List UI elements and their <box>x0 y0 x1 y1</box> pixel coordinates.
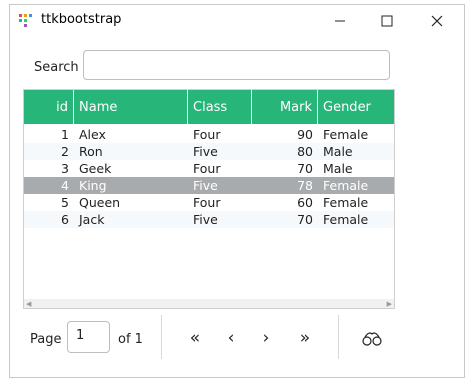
separator <box>161 315 162 359</box>
cell-name: Alex <box>79 127 106 142</box>
cell-name: Jack <box>79 212 105 227</box>
cell-class: Five <box>193 178 218 193</box>
table-row[interactable]: 2 Ron Five 80 Male <box>24 143 394 160</box>
page-number-input[interactable]: 1 <box>67 321 110 353</box>
page-label: Page <box>30 332 62 347</box>
cell-class: Four <box>193 127 221 142</box>
search-input[interactable] <box>83 50 390 80</box>
cell-class: Four <box>193 161 221 176</box>
minimize-button[interactable] <box>318 7 362 35</box>
cell-gender: Female <box>323 195 369 210</box>
close-icon <box>431 15 443 27</box>
cell-name: Queen <box>79 195 121 210</box>
cell-mark: 78 <box>297 178 313 193</box>
table-body: 1 Alex Four 90 Female 2 Ron Five 80 Male… <box>24 126 394 228</box>
cell-id: 5 <box>61 195 69 210</box>
cell-gender: Female <box>323 178 369 193</box>
cell-class: Four <box>193 195 221 210</box>
app-window: ttkbootstrap Search id Name Class Mark G… <box>9 4 465 378</box>
maximize-button[interactable] <box>365 7 409 35</box>
search-label: Search <box>34 60 79 75</box>
cell-name: Geek <box>79 161 112 176</box>
cell-gender: Male <box>323 144 353 159</box>
table-header: id Name Class Mark Gender <box>24 90 394 124</box>
table-row[interactable]: 5 Queen Four 60 Female <box>24 194 394 211</box>
cell-id: 2 <box>61 144 69 159</box>
column-header-class[interactable]: Class <box>188 90 252 124</box>
table-row[interactable]: 6 Jack Five 70 Female <box>24 211 394 228</box>
cell-id: 4 <box>61 178 69 193</box>
horizontal-scrollbar[interactable]: ◀ ▶ <box>24 299 394 308</box>
data-table: id Name Class Mark Gender 1 Alex Four 90… <box>23 89 395 309</box>
column-header-name[interactable]: Name <box>74 90 188 124</box>
title-bar: ttkbootstrap <box>10 5 464 37</box>
column-header-id[interactable]: id <box>24 90 74 124</box>
scroll-left-icon[interactable]: ◀ <box>26 300 31 308</box>
cell-name: King <box>79 178 107 193</box>
first-page-button[interactable]: « <box>180 325 210 351</box>
app-icon <box>19 14 32 27</box>
cell-gender: Male <box>323 161 353 176</box>
maximize-icon <box>381 15 393 27</box>
close-button[interactable] <box>415 7 459 35</box>
prev-page-button[interactable]: ‹ <box>216 325 246 351</box>
loupe-icon[interactable] <box>361 329 383 347</box>
cell-class: Five <box>193 212 218 227</box>
cell-mark: 90 <box>297 127 313 142</box>
table-row-selected[interactable]: 4 King Five 78 Female <box>24 177 394 194</box>
next-page-button[interactable]: › <box>251 325 281 351</box>
separator <box>338 315 339 359</box>
cell-mark: 70 <box>297 212 313 227</box>
scroll-right-icon[interactable]: ▶ <box>387 300 392 308</box>
page-count-label: of 1 <box>118 332 143 347</box>
last-page-button[interactable]: » <box>290 325 320 351</box>
cell-mark: 70 <box>297 161 313 176</box>
window-title: ttkbootstrap <box>41 12 122 27</box>
cell-name: Ron <box>79 144 103 159</box>
minimize-icon <box>335 20 345 22</box>
cell-id: 3 <box>61 161 69 176</box>
pagination-bar: Page 1 of 1 « ‹ › » <box>10 315 464 365</box>
cell-mark: 60 <box>297 195 313 210</box>
cell-gender: Female <box>323 212 369 227</box>
table-row[interactable]: 3 Geek Four 70 Male <box>24 160 394 177</box>
table-row[interactable]: 1 Alex Four 90 Female <box>24 126 394 143</box>
cell-gender: Female <box>323 127 369 142</box>
cell-mark: 80 <box>297 144 313 159</box>
cell-class: Five <box>193 144 218 159</box>
column-header-gender[interactable]: Gender <box>318 90 394 124</box>
cell-id: 1 <box>61 127 69 142</box>
column-header-mark[interactable]: Mark <box>252 90 318 124</box>
cell-id: 6 <box>61 212 69 227</box>
